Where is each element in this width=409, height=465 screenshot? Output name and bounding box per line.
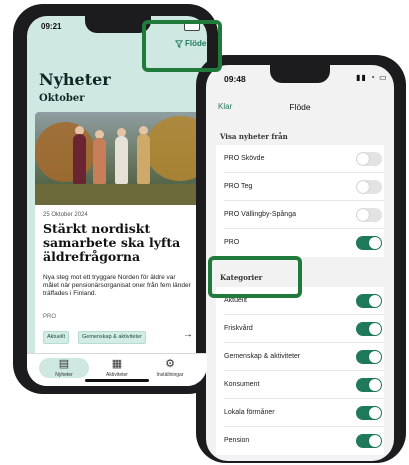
calendar-icon: ▦ xyxy=(111,358,123,370)
row-label: Friskvård xyxy=(224,325,253,332)
row-label: Aktuellt xyxy=(224,297,247,304)
row-label: PRO Vällingby-Spånga xyxy=(224,211,296,218)
row-pro-skovde[interactable]: PRO Skövde xyxy=(216,145,384,173)
tab-label: Inställningar xyxy=(156,372,184,378)
signal-wifi-battery-icon: ▮▮ ◔ ▭ xyxy=(356,73,388,82)
row-label: Lokala förmåner xyxy=(224,409,275,416)
row-label: Pension xyxy=(224,437,250,444)
toggle-switch[interactable] xyxy=(356,378,382,392)
done-button[interactable]: Klar xyxy=(218,102,232,111)
tab-aktiviteter[interactable]: ▦ Aktiviteter xyxy=(92,358,142,378)
toggle-switch[interactable] xyxy=(356,322,382,336)
section-title-sources: Visa nyheter från xyxy=(220,132,288,141)
row-label: PRO Skövde xyxy=(224,155,265,162)
row-pro-teg[interactable]: PRO Teg xyxy=(216,173,384,201)
toggle-switch[interactable] xyxy=(356,350,382,364)
status-time: 09:48 xyxy=(224,74,246,84)
article-date: 25 Oktober 2024 xyxy=(43,212,88,218)
gear-icon: ⚙ xyxy=(165,358,175,370)
news-card[interactable]: 25 Oktober 2024 Stärkt nordiskt samarbet… xyxy=(35,112,200,357)
row-pension[interactable]: Pension xyxy=(216,427,384,455)
article-summary: Nya steg mot ett tryggare Norden för äld… xyxy=(43,274,191,297)
article-org: PRO xyxy=(43,314,57,320)
tag-aktuellt[interactable]: Aktuellt xyxy=(43,331,70,344)
row-gemenskap[interactable]: Gemenskap & aktiviteter xyxy=(216,343,384,371)
tag-gemenskap[interactable]: Gemenskap & aktiviteter xyxy=(78,331,146,344)
toggle-switch[interactable] xyxy=(356,236,382,250)
row-label: Gemenskap & aktiviteter xyxy=(224,353,301,360)
row-label: Konsument xyxy=(224,381,260,388)
arrow-right-icon[interactable]: → xyxy=(183,329,193,340)
month-heading: Oktober xyxy=(39,93,85,104)
toggle-switch[interactable] xyxy=(356,180,382,194)
tab-label: Nyheter xyxy=(55,372,73,378)
row-friskvard[interactable]: Friskvård xyxy=(216,315,384,343)
toggle-switch[interactable] xyxy=(356,152,382,166)
highlight-filter-button xyxy=(142,20,222,72)
row-label: PRO xyxy=(224,239,240,246)
row-lokala-formaner[interactable]: Lokala förmåner xyxy=(216,399,384,427)
newspaper-icon: ▤ xyxy=(58,358,70,370)
toggle-switch[interactable] xyxy=(356,406,382,420)
toggle-switch[interactable] xyxy=(356,294,382,308)
toggle-switch[interactable] xyxy=(356,434,382,448)
highlight-categories xyxy=(208,256,302,298)
row-konsument[interactable]: Konsument xyxy=(216,371,384,399)
page-title: Nyheter xyxy=(39,70,111,89)
toggle-switch[interactable] xyxy=(356,208,382,222)
tab-label: Aktiviteter xyxy=(106,372,128,378)
nav-title: Flöde xyxy=(289,102,311,112)
row-pro-vallingby[interactable]: PRO Vällingby-Spånga xyxy=(216,201,384,229)
home-indicator xyxy=(85,379,149,382)
article-title: Stärkt nordiskt samarbete ska lyfta äldr… xyxy=(43,221,181,264)
article-photo xyxy=(35,112,200,205)
row-label: PRO Teg xyxy=(224,183,253,190)
tab-nyheter[interactable]: ▤ Nyheter xyxy=(39,358,89,378)
status-time: 09:21 xyxy=(41,22,62,31)
row-pro[interactable]: PRO xyxy=(216,229,384,257)
phone-notch xyxy=(270,65,330,83)
tab-installningar[interactable]: ⚙ Inställningar xyxy=(145,358,195,378)
